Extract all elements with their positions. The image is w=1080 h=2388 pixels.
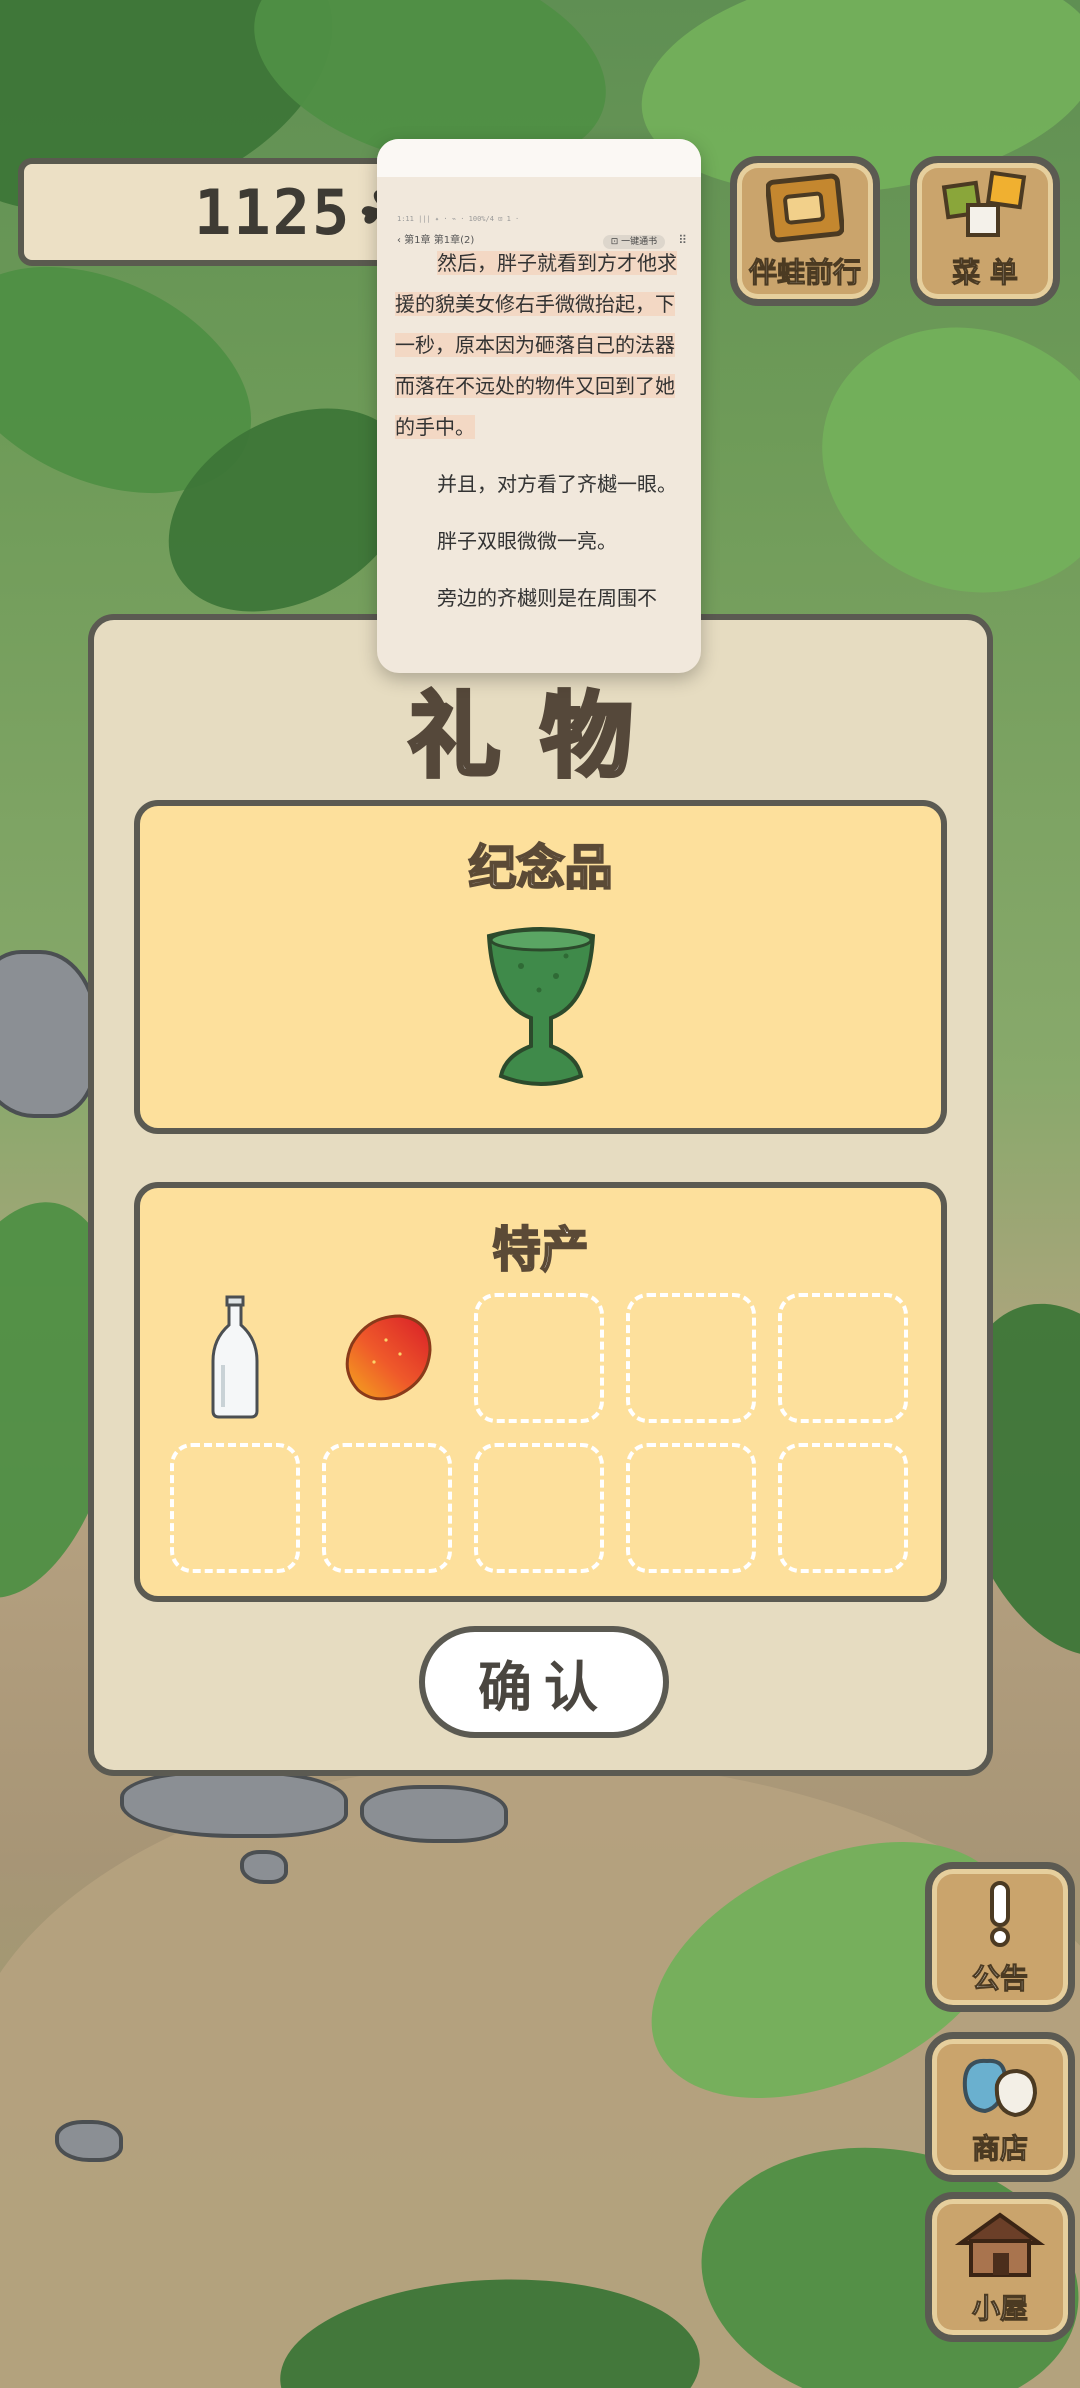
souvenir-title: 纪念品	[467, 839, 613, 897]
specialty-slot-empty[interactable]	[626, 1443, 756, 1573]
exclamation-icon	[990, 1881, 1010, 1947]
reader-paragraph: 旁边的齐樾则是在周围不	[437, 586, 657, 610]
rock	[360, 1785, 508, 1843]
rock	[240, 1850, 288, 1884]
specialty-slot-empty[interactable]	[322, 1443, 452, 1573]
map-icon	[766, 173, 844, 243]
shop-label: 商店	[971, 2132, 1028, 2166]
confirm-button[interactable]: 确认	[419, 1626, 669, 1738]
specialty-slot-bottle[interactable]	[170, 1293, 300, 1423]
leaf	[784, 286, 1080, 634]
rock	[55, 2120, 123, 2162]
reader-paragraph: 并且，对方看了齐樾一眼。	[437, 472, 677, 496]
specialty-slot-empty[interactable]	[778, 1293, 908, 1423]
notice-label: 公告	[971, 1962, 1028, 1996]
specialty-slot-empty[interactable]	[474, 1293, 604, 1423]
reader-paragraph: 然后，胖子就看到方才他求援的貌美女修右手微微抬起，下一秒，原本因为砸落自己的法器…	[395, 251, 677, 439]
rock	[0, 950, 98, 1118]
reader-title-bar[interactable]	[377, 139, 701, 177]
bottle-icon	[211, 1295, 259, 1419]
house-label: 小屋	[971, 2292, 1028, 2326]
reader-text: 然后，胖子就看到方才他求援的貌美女修右手微微抬起，下一秒，原本因为砸落自己的法器…	[395, 243, 685, 635]
gift-dialog: 礼物 纪念品 特产 确认	[88, 614, 993, 1776]
specialty-slot-empty[interactable]	[626, 1293, 756, 1423]
house-icon	[955, 2212, 1045, 2277]
gift-dialog-title: 礼物	[406, 681, 673, 792]
house-button[interactable]: 小屋	[925, 2192, 1075, 2342]
specialty-title: 特产	[491, 1221, 589, 1279]
specialty-slot-empty[interactable]	[778, 1443, 908, 1573]
clover-counter: 1125 ☘	[18, 158, 413, 266]
reader-paragraph: 胖子双眼微微一亮。	[437, 529, 617, 553]
specialty-slot-empty[interactable]	[170, 1443, 300, 1573]
mango-icon	[345, 1314, 432, 1401]
goblet-icon[interactable]	[481, 926, 601, 1096]
shop-button[interactable]: 商店	[925, 2032, 1075, 2182]
floating-reader-window[interactable]: 1:11 ||| ✦ · ⌁ · 100%/4 ⊡ 1 · ‹ 第1章 第1章(…	[377, 139, 701, 673]
menu-icon	[941, 170, 1027, 237]
rock	[120, 1770, 348, 1838]
partner-travel-button[interactable]: 伴蛙前行	[730, 156, 880, 306]
menu-label: 菜 单	[952, 256, 1019, 290]
specialty-slot-mango[interactable]	[322, 1293, 452, 1423]
specialty-section: 特产	[134, 1182, 947, 1602]
partner-travel-label: 伴蛙前行	[748, 256, 861, 290]
souvenir-section: 纪念品	[134, 800, 947, 1134]
menu-button[interactable]: 菜 单	[910, 156, 1060, 306]
notice-button[interactable]: 公告	[925, 1862, 1075, 2012]
specialty-slots	[170, 1293, 908, 1573]
reader-status-line: 1:11 ||| ✦ · ⌁ · 100%/4 ⊡ 1 ·	[397, 215, 520, 223]
specialty-slot-empty[interactable]	[474, 1443, 604, 1573]
shop-bags-icon	[962, 2058, 1038, 2118]
clover-count: 1125	[194, 175, 352, 249]
